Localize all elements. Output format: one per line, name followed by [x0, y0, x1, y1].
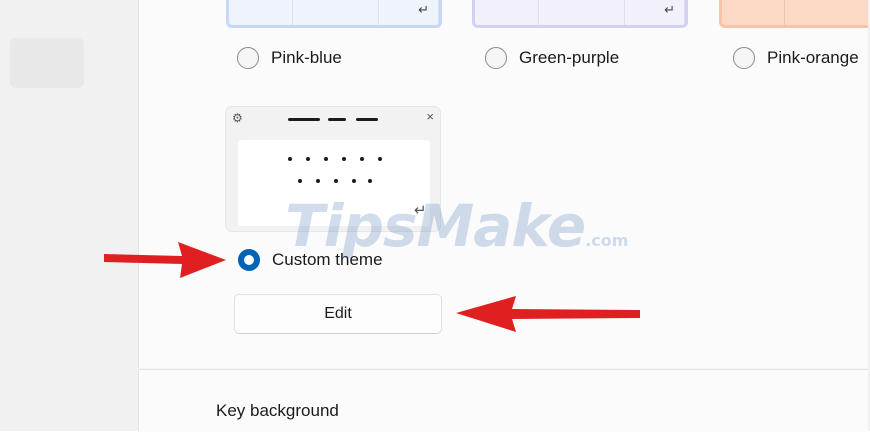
arrow-right-icon — [104, 242, 226, 278]
radio-label: Pink-orange — [767, 48, 859, 67]
settings-window: ↵ ↵ Pink-blue Green-purple Pink-orange ⚙… — [0, 0, 870, 432]
gear-icon: ⚙ — [232, 111, 243, 125]
watermark-suffix: .com — [585, 231, 629, 250]
key-dot — [342, 157, 346, 161]
key-dot — [324, 157, 328, 161]
nav-item-selected[interactable] — [10, 38, 84, 88]
radio-label: Pink-blue — [271, 48, 342, 67]
enter-key-icon: ↵ — [418, 2, 429, 17]
theme-preview-pink-orange[interactable] — [719, 0, 870, 28]
key-dot — [288, 157, 292, 161]
watermark-logo: TipsMake.com — [285, 192, 628, 260]
key-dot — [368, 179, 372, 183]
drag-handle-bar — [328, 118, 346, 121]
radio-option-pink-orange[interactable]: Pink-orange — [733, 47, 859, 69]
close-icon: × — [426, 109, 434, 124]
key-dot — [378, 157, 382, 161]
edit-button[interactable]: Edit — [234, 294, 442, 334]
arrow-left-icon — [456, 296, 640, 332]
key-dot — [306, 157, 310, 161]
radio-button[interactable] — [237, 47, 259, 69]
arrow-shape — [104, 242, 226, 278]
enter-key-icon: ↵ — [664, 2, 675, 17]
key-dot — [352, 179, 356, 183]
navigation-pane — [0, 0, 138, 431]
arrow-shape — [456, 296, 640, 332]
key-dot — [334, 179, 338, 183]
key-dot — [360, 157, 364, 161]
radio-button[interactable] — [733, 47, 755, 69]
radio-label: Green-purple — [519, 48, 620, 67]
key-background-label: Key background — [216, 401, 339, 420]
drag-handle-bar — [356, 118, 378, 121]
radio-option-pink-blue[interactable]: Pink-blue — [237, 47, 342, 69]
drag-handle-bar — [288, 118, 320, 121]
radio-button[interactable] — [485, 47, 507, 69]
watermark-brand: TipsMake — [285, 192, 586, 260]
key-dot — [298, 179, 302, 183]
theme-preview-pink-blue[interactable]: ↵ — [226, 0, 442, 28]
radio-button-selected[interactable] — [238, 249, 260, 271]
theme-preview-green-purple[interactable]: ↵ — [472, 0, 688, 28]
radio-option-green-purple[interactable]: Green-purple — [485, 47, 619, 69]
key-dot — [316, 179, 320, 183]
